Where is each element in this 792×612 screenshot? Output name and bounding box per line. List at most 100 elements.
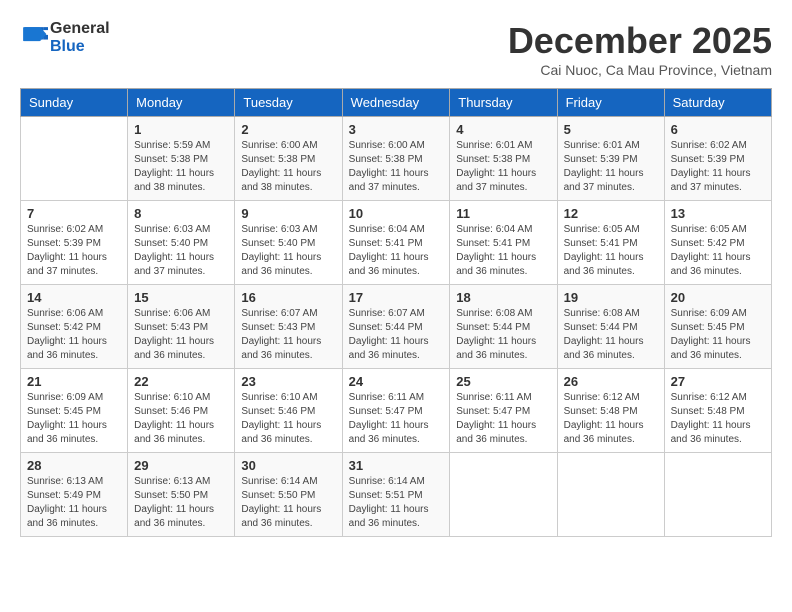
calendar-cell: 30Sunrise: 6:14 AMSunset: 5:50 PMDayligh… [235,453,342,537]
calendar-header-row: SundayMondayTuesdayWednesdayThursdayFrid… [21,89,772,117]
calendar-cell: 9 Sunrise: 6:03 AMSunset: 5:40 PMDaylight… [235,201,342,285]
calendar-cell: 5 Sunrise: 6:01 AMSunset: 5:39 PMDaylight… [557,117,664,201]
day-info: Sunrise: 6:06 AMSunset: 5:42 PMDaylight:… [27,307,121,363]
day-number: 26 [564,374,658,389]
day-number: 18 [456,290,550,305]
calendar-week-row: 14 Sunrise: 6:06 AMSunset: 5:42 PMDayligh… [21,285,772,369]
calendar-week-row: 1Sunrise: 5:59 AMSunset: 5:38 PMDaylight… [21,117,772,201]
day-number: 20 [671,290,765,305]
day-number: 8 [134,206,228,221]
calendar-cell: 20 Sunrise: 6:09 AMSunset: 5:45 PMDayligh… [664,285,771,369]
day-info: Sunrise: 6:08 AMSunset: 5:44 PMDaylight:… [564,307,658,363]
calendar-cell: 8Sunrise: 6:03 AMSunset: 5:40 PMDaylight… [128,201,235,285]
title-block: December 2025 Cai Nuoc, Ca Mau Province,… [508,20,772,78]
day-info: Sunrise: 6:05 AMSunset: 5:41 PMDaylight:… [564,223,658,279]
location-text: Cai Nuoc, Ca Mau Province, Vietnam [508,62,772,78]
calendar-cell: 6Sunrise: 6:02 AMSunset: 5:39 PMDaylight… [664,117,771,201]
day-info: Sunrise: 6:07 AMSunset: 5:44 PMDaylight:… [349,307,444,363]
day-number: 23 [241,374,335,389]
day-info: Sunrise: 6:03 AMSunset: 5:40 PMDaylight:… [241,223,335,279]
calendar-cell: 12Sunrise: 6:05 AMSunset: 5:41 PMDayligh… [557,201,664,285]
calendar-cell [664,453,771,537]
day-info: Sunrise: 6:00 AMSunset: 5:38 PMDaylight:… [241,139,335,195]
column-header-tuesday: Tuesday [235,89,342,117]
calendar-cell: 7 Sunrise: 6:02 AMSunset: 5:39 PMDaylight… [21,201,128,285]
day-number: 19 [564,290,658,305]
day-number: 5 [564,122,658,137]
calendar-cell: 14 Sunrise: 6:06 AMSunset: 5:42 PMDayligh… [21,285,128,369]
logo: General Blue [20,20,110,55]
day-info: Sunrise: 6:10 AMSunset: 5:46 PMDaylight:… [134,391,228,447]
day-info: Sunrise: 6:11 AMSunset: 5:47 PMDaylight:… [349,391,444,447]
day-info: Sunrise: 6:10 AMSunset: 5:46 PMDaylight:… [241,391,335,447]
day-info: Sunrise: 6:08 AMSunset: 5:44 PMDaylight:… [456,307,550,363]
calendar-cell: 11 Sunrise: 6:04 AMSunset: 5:41 PMDayligh… [450,201,557,285]
day-number: 11 [456,206,550,221]
day-number: 3 [349,122,444,137]
column-header-sunday: Sunday [21,89,128,117]
day-info: Sunrise: 6:14 AMSunset: 5:50 PMDaylight:… [241,475,335,531]
day-number: 29 [134,458,228,473]
day-info: Sunrise: 6:14 AMSunset: 5:51 PMDaylight:… [349,475,444,531]
day-number: 21 [27,374,121,389]
calendar-cell: 22 Sunrise: 6:10 AMSunset: 5:46 PMDayligh… [128,369,235,453]
day-number: 15 [134,290,228,305]
calendar-cell: 24 Sunrise: 6:11 AMSunset: 5:47 PMDayligh… [342,369,450,453]
day-info: Sunrise: 6:02 AMSunset: 5:39 PMDaylight:… [27,223,121,279]
calendar-cell: 29 Sunrise: 6:13 AMSunset: 5:50 PMDayligh… [128,453,235,537]
calendar-cell: 17 Sunrise: 6:07 AMSunset: 5:44 PMDayligh… [342,285,450,369]
calendar-cell [557,453,664,537]
day-number: 27 [671,374,765,389]
day-info: Sunrise: 6:09 AMSunset: 5:45 PMDaylight:… [671,307,765,363]
day-number: 13 [671,206,765,221]
column-header-saturday: Saturday [664,89,771,117]
column-header-thursday: Thursday [450,89,557,117]
calendar-cell: 31Sunrise: 6:14 AMSunset: 5:51 PMDayligh… [342,453,450,537]
calendar-week-row: 21Sunrise: 6:09 AMSunset: 5:45 PMDayligh… [21,369,772,453]
day-number: 24 [349,374,444,389]
logo-icon [20,24,48,52]
day-info: Sunrise: 6:06 AMSunset: 5:43 PMDaylight:… [134,307,228,363]
day-number: 14 [27,290,121,305]
day-number: 22 [134,374,228,389]
calendar-cell: 28 Sunrise: 6:13 AMSunset: 5:49 PMDayligh… [21,453,128,537]
logo-name: General Blue [50,20,110,55]
calendar-week-row: 7 Sunrise: 6:02 AMSunset: 5:39 PMDaylight… [21,201,772,285]
calendar-cell: 25Sunrise: 6:11 AMSunset: 5:47 PMDayligh… [450,369,557,453]
calendar-cell: 19 Sunrise: 6:08 AMSunset: 5:44 PMDayligh… [557,285,664,369]
calendar-cell: 21Sunrise: 6:09 AMSunset: 5:45 PMDayligh… [21,369,128,453]
day-info: Sunrise: 6:05 AMSunset: 5:42 PMDaylight:… [671,223,765,279]
column-header-monday: Monday [128,89,235,117]
day-number: 6 [671,122,765,137]
day-info: Sunrise: 6:13 AMSunset: 5:49 PMDaylight:… [27,475,121,531]
calendar-cell: 3Sunrise: 6:00 AMSunset: 5:38 PMDaylight… [342,117,450,201]
day-number: 17 [349,290,444,305]
calendar-cell: 26 Sunrise: 6:12 AMSunset: 5:48 PMDayligh… [557,369,664,453]
column-header-wednesday: Wednesday [342,89,450,117]
calendar-cell: 10Sunrise: 6:04 AMSunset: 5:41 PMDayligh… [342,201,450,285]
calendar-cell [21,117,128,201]
day-number: 16 [241,290,335,305]
calendar-week-row: 28 Sunrise: 6:13 AMSunset: 5:49 PMDayligh… [21,453,772,537]
day-info: Sunrise: 6:11 AMSunset: 5:47 PMDaylight:… [456,391,550,447]
day-info: Sunrise: 6:13 AMSunset: 5:50 PMDaylight:… [134,475,228,531]
calendar-cell: 18 Sunrise: 6:08 AMSunset: 5:44 PMDayligh… [450,285,557,369]
calendar-cell: 1Sunrise: 5:59 AMSunset: 5:38 PMDaylight… [128,117,235,201]
day-number: 7 [27,206,121,221]
calendar-table: SundayMondayTuesdayWednesdayThursdayFrid… [20,88,772,537]
column-header-friday: Friday [557,89,664,117]
logo-general-text: General [50,20,110,38]
logo-blue-text: Blue [50,38,110,56]
calendar-cell [450,453,557,537]
day-info: Sunrise: 5:59 AMSunset: 5:38 PMDaylight:… [134,139,228,195]
day-number: 9 [241,206,335,221]
month-title: December 2025 [508,20,772,62]
calendar-cell: 27Sunrise: 6:12 AMSunset: 5:48 PMDayligh… [664,369,771,453]
calendar-cell: 23 Sunrise: 6:10 AMSunset: 5:46 PMDayligh… [235,369,342,453]
day-number: 28 [27,458,121,473]
day-info: Sunrise: 6:04 AMSunset: 5:41 PMDaylight:… [456,223,550,279]
day-number: 2 [241,122,335,137]
day-number: 10 [349,206,444,221]
day-info: Sunrise: 6:12 AMSunset: 5:48 PMDaylight:… [564,391,658,447]
day-info: Sunrise: 6:01 AMSunset: 5:39 PMDaylight:… [564,139,658,195]
